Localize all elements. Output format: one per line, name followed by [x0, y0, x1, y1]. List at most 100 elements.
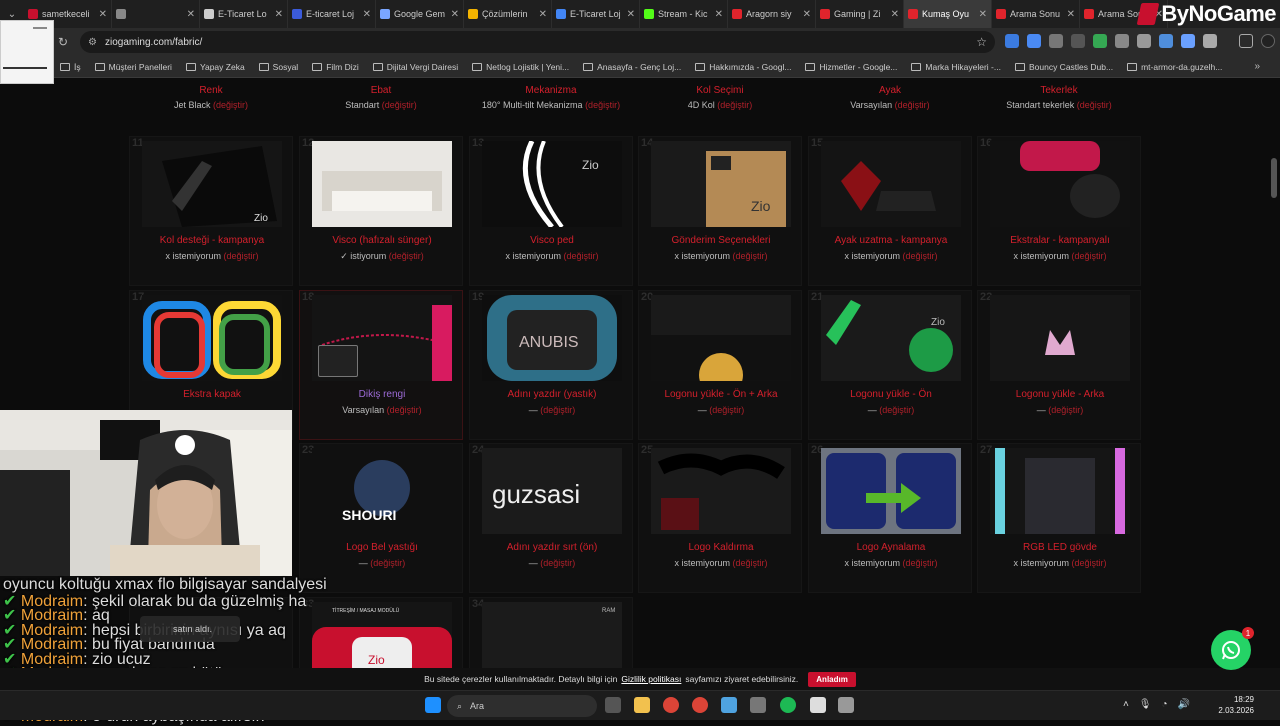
- bookmark-item[interactable]: Müşteri Panelleri: [94, 62, 172, 72]
- file-explorer-icon[interactable]: [634, 697, 650, 713]
- tab-close-icon[interactable]: ✕: [715, 9, 723, 20]
- change-link[interactable]: (değiştir): [733, 251, 768, 261]
- option-card[interactable]: 13 Zio Visco ped x istemiyorum (değiştir): [469, 136, 633, 286]
- tab-close-icon[interactable]: ✕: [99, 9, 107, 20]
- change-link[interactable]: (değiştir): [879, 405, 914, 415]
- edit-icon[interactable]: [318, 345, 358, 377]
- spotify-icon[interactable]: [780, 697, 796, 713]
- option-card[interactable]: 24 guzsasi Adını yazdır sırt (ön) — (değişt…: [469, 443, 633, 593]
- bookmark-item[interactable]: Dijital Vergi Dairesi: [372, 62, 458, 72]
- change-link[interactable]: (değiştir): [370, 558, 405, 568]
- bookmark-star-icon[interactable]: ☆: [976, 35, 987, 49]
- change-link[interactable]: (değiştir): [903, 558, 938, 568]
- bookmark-item[interactable]: mt-armor-da.guzelh...: [1127, 62, 1222, 72]
- app-icon[interactable]: [721, 697, 737, 713]
- extension-icon[interactable]: [1049, 34, 1063, 48]
- bookmark-item[interactable]: Anasayfa - Genç Loj...: [583, 62, 681, 72]
- extension-icon[interactable]: [1159, 34, 1173, 48]
- change-link[interactable]: (değiştir): [1048, 405, 1083, 415]
- volume-icon[interactable]: 🔊: [1178, 699, 1190, 710]
- app-icon[interactable]: [750, 697, 766, 713]
- wifi-icon[interactable]: ◔: [1162, 699, 1168, 710]
- browser-tab[interactable]: Aragorn siy ✕: [728, 0, 816, 28]
- option-card[interactable]: 26 Logo Aynalama x istemiyorum (değiştir): [808, 443, 972, 593]
- bookmarks-more-icon[interactable]: »: [1254, 61, 1260, 72]
- option-card[interactable]: 12 Visco (hafızalı sünger) ✓ istiyorum (de…: [299, 136, 463, 286]
- option-card[interactable]: 15 Ayak uzatma - kampanya x istemiyorum (d…: [808, 136, 972, 286]
- option-card[interactable]: 21 Zio Logonu yükle - Ön — (değiştir): [808, 290, 972, 440]
- tab-close-icon[interactable]: ✕: [275, 9, 283, 20]
- change-link[interactable]: (değiştir): [585, 100, 620, 110]
- change-link[interactable]: (değiştir): [1072, 251, 1107, 261]
- bookmark-item[interactable]: İş: [60, 62, 81, 72]
- shield-icon[interactable]: [1093, 34, 1107, 48]
- browser-tab[interactable]: Kumaş Oyu ✕: [904, 0, 992, 28]
- extension-icon[interactable]: [1071, 34, 1085, 48]
- tab-close-icon[interactable]: ✕: [627, 9, 635, 20]
- bookmark-item[interactable]: Yapay Zeka: [185, 62, 245, 72]
- change-link[interactable]: (değiştir): [1072, 558, 1107, 568]
- bookmark-item[interactable]: Netlog Lojistik | Yeni...: [472, 62, 569, 72]
- browser-tab[interactable]: ✕: [112, 0, 200, 28]
- clock[interactable]: 18:29 2.03.2026: [1218, 694, 1254, 716]
- browser-tab[interactable]: E-Ticaret Loj ✕: [552, 0, 640, 28]
- change-link[interactable]: (değiştir): [540, 558, 575, 568]
- page-scrollbar[interactable]: [1271, 158, 1277, 198]
- change-link[interactable]: (değiştir): [564, 251, 599, 261]
- reload-icon[interactable]: ↻: [54, 35, 72, 49]
- site-info-icon[interactable]: ⚙: [88, 37, 97, 48]
- tab-close-icon[interactable]: ✕: [451, 9, 459, 20]
- browser-tab[interactable]: E-ticaret Loj ✕: [288, 0, 376, 28]
- bookmark-item[interactable]: Film Dizi: [312, 62, 359, 72]
- microphone-icon[interactable]: 🎙: [1139, 699, 1152, 710]
- change-link[interactable]: (değiştir): [387, 405, 422, 415]
- puzzle-icon[interactable]: [1203, 34, 1217, 48]
- option-card[interactable]: 14 Zio Gönderim Seçenekleri x istemiyorum (…: [638, 136, 802, 286]
- change-link[interactable]: (değiştir): [224, 251, 259, 261]
- tab-close-icon[interactable]: ✕: [891, 9, 899, 20]
- browser-tab[interactable]: Gaming | Zi ✕: [816, 0, 904, 28]
- profile-avatar[interactable]: [1261, 34, 1275, 48]
- tab-close-icon[interactable]: ✕: [363, 9, 371, 20]
- browser-tab[interactable]: Arama Sonu ✕: [992, 0, 1080, 28]
- change-link[interactable]: (değiştir): [213, 100, 248, 110]
- option-card[interactable]: 19 ANUBIS Adını yazdır (yastık) — (değiştir…: [469, 290, 633, 440]
- change-link[interactable]: (değiştir): [895, 100, 930, 110]
- bookmark-item[interactable]: Hakkımızda - Googl...: [695, 62, 791, 72]
- taskbar-search[interactable]: ⌕ Ara: [447, 695, 597, 717]
- chrome-icon[interactable]: [692, 697, 708, 713]
- change-link[interactable]: (değiştir): [389, 251, 424, 261]
- tab-close-icon[interactable]: ✕: [803, 9, 811, 20]
- bookmark-item[interactable]: Sosyal: [258, 62, 298, 72]
- cookie-accept-button[interactable]: Anladım: [808, 671, 856, 687]
- extension-icon[interactable]: [1115, 34, 1129, 48]
- change-link[interactable]: (değiştir): [903, 251, 938, 261]
- tab-close-icon[interactable]: ✕: [539, 9, 547, 20]
- bookmark-item[interactable]: Hizmetler - Google...: [805, 62, 897, 72]
- camera-icon[interactable]: [1137, 34, 1151, 48]
- app-icon[interactable]: [810, 697, 826, 713]
- browser-tab[interactable]: Google Gem ✕: [376, 0, 464, 28]
- option-card[interactable]: 18 Dikiş rengi Varsayılan (değiştir): [299, 290, 463, 440]
- extension-icon[interactable]: [1181, 34, 1195, 48]
- option-card[interactable]: 22 Logonu yükle - Arka — (değiştir): [977, 290, 1141, 440]
- tab-close-icon[interactable]: ✕: [979, 9, 987, 20]
- extension-icon[interactable]: [1005, 34, 1019, 48]
- bookmark-item[interactable]: Bouncy Castles Dub...: [1014, 62, 1113, 72]
- change-link[interactable]: (değiştir): [382, 100, 417, 110]
- option-card[interactable]: 27 RGB LED gövde x istemiyorum (değiştir): [977, 443, 1141, 593]
- download-icon[interactable]: [1239, 34, 1253, 48]
- bookmark-item[interactable]: Marka Hikayeleri -...: [911, 62, 1001, 72]
- tab-close-icon[interactable]: ✕: [187, 9, 195, 20]
- windows-start-icon[interactable]: [425, 697, 441, 713]
- privacy-policy-link[interactable]: Gizlilik politikası: [621, 674, 681, 684]
- change-link[interactable]: (değiştir): [733, 558, 768, 568]
- browser-tab[interactable]: Stream - Kic ✕: [640, 0, 728, 28]
- browser-tab[interactable]: Çözümlerin ✕: [464, 0, 552, 28]
- chevron-up-icon[interactable]: ˄: [1123, 699, 1129, 710]
- calculator-icon[interactable]: [838, 697, 854, 713]
- change-link[interactable]: (değiştir): [709, 405, 744, 415]
- change-link[interactable]: (değiştir): [540, 405, 575, 415]
- tab-close-icon[interactable]: ✕: [1067, 9, 1075, 20]
- option-card[interactable]: 11 Zio Kol desteği - kampanya x istemiyorum…: [129, 136, 293, 286]
